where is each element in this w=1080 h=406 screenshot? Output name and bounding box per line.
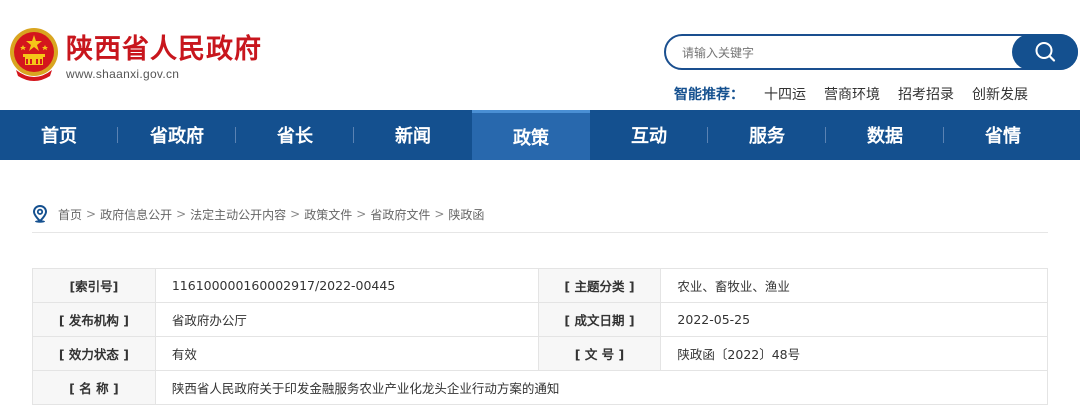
breadcrumb-item[interactable]: 政府信息公开 [100, 206, 172, 223]
publisher-value: 省政府办公厅 [154, 302, 539, 337]
topic-label: [ 主题分类 ] [537, 268, 662, 303]
nav-item-interaction[interactable]: 互动 [590, 110, 708, 160]
nav-label: 政策 [513, 127, 549, 149]
breadcrumb-divider [32, 232, 1048, 233]
nav-item-data[interactable]: 数据 [826, 110, 944, 160]
nav-label: 首页 [41, 126, 77, 147]
nav-item-governor[interactable]: 省长 [236, 110, 354, 160]
recommend-item[interactable]: 创新发展 [972, 84, 1028, 104]
topic-value: 农业、畜牧业、渔业 [660, 268, 1048, 303]
main-nav: 首页 省政府 省长 新闻 政策 互动 服务 数据 省情 [0, 110, 1080, 160]
date-value: 2022-05-25 [660, 302, 1048, 337]
nav-label: 省政府 [150, 126, 204, 147]
breadcrumb-item[interactable]: 政策文件 [304, 206, 352, 223]
search-icon [1035, 42, 1056, 62]
index-number-value: 116100000160002917/2022-00445 [154, 268, 539, 303]
location-pin-icon [32, 205, 48, 223]
national-emblem-icon [10, 28, 58, 81]
breadcrumb-separator: > [290, 207, 301, 221]
document-info-table: [索引号] 116100000160002917/2022-00445 [ 主题… [32, 268, 1049, 405]
breadcrumb-item[interactable]: 陕政函 [448, 206, 484, 223]
site-url: www.shaanxi.gov.cn [66, 67, 180, 81]
nav-item-home[interactable]: 首页 [0, 110, 118, 160]
breadcrumb-separator: > [176, 207, 187, 221]
breadcrumb-item[interactable]: 法定主动公开内容 [190, 206, 286, 223]
index-number-label: [索引号] [32, 268, 156, 303]
nav-label: 服务 [749, 126, 785, 147]
nav-label: 省情 [985, 126, 1021, 147]
smart-recommend: 智能推荐： 十四运 营商环境 招考招录 创新发展 [674, 84, 1046, 104]
nav-item-news[interactable]: 新闻 [354, 110, 472, 160]
nav-item-services[interactable]: 服务 [708, 110, 826, 160]
date-label: [ 成文日期 ] [537, 302, 662, 337]
search-button[interactable] [1012, 34, 1078, 70]
nav-label: 互动 [631, 126, 667, 147]
table-row: [ 名 称 ] 陕西省人民政府关于印发金融服务农业产业化龙头企业行动方案的通知 [32, 370, 1049, 405]
status-label: [ 效力状态 ] [32, 336, 156, 371]
recommend-item[interactable]: 招考招录 [898, 84, 954, 104]
status-value: 有效 [154, 336, 539, 371]
nav-item-province-info[interactable]: 省情 [944, 110, 1062, 160]
recommend-item[interactable]: 营商环境 [824, 84, 880, 104]
breadcrumb-separator: > [356, 207, 367, 221]
recommend-label: 智能推荐： [674, 87, 744, 103]
publisher-label: [ 发布机构 ] [32, 302, 156, 337]
doc-number-value: 陕政函〔2022〕48号 [660, 336, 1048, 371]
nav-label: 数据 [867, 126, 903, 147]
nav-item-provincial-gov[interactable]: 省政府 [118, 110, 236, 160]
nav-item-policy[interactable]: 政策 [472, 110, 590, 160]
search-box [664, 34, 1078, 70]
table-row: [索引号] 116100000160002917/2022-00445 [ 主题… [32, 268, 1048, 303]
breadcrumb: 首页 > 政府信息公开 > 法定主动公开内容 > 政策文件 > 省政府文件 > … [32, 205, 484, 223]
doc-name-label: [ 名 称 ] [32, 370, 156, 405]
breadcrumb-item[interactable]: 省政府文件 [370, 206, 430, 223]
search-input[interactable] [680, 42, 1004, 64]
doc-name-value: 陕西省人民政府关于印发金融服务农业产业化龙头企业行动方案的通知 [154, 370, 1049, 405]
site-header: 陕西省人民政府 www.shaanxi.gov.cn 智能推荐： 十四运 营商环… [0, 0, 1080, 110]
nav-label: 省长 [277, 126, 313, 147]
breadcrumb-separator: > [434, 207, 445, 221]
site-title[interactable]: 陕西省人民政府 [66, 34, 262, 66]
nav-label: 新闻 [395, 126, 431, 147]
table-row: [ 效力状态 ] 有效 [ 文 号 ] 陕政函〔2022〕48号 [32, 336, 1048, 371]
breadcrumb-separator: > [86, 207, 97, 221]
recommend-item[interactable]: 十四运 [764, 84, 806, 104]
doc-number-label: [ 文 号 ] [537, 336, 662, 371]
breadcrumb-item[interactable]: 首页 [58, 206, 82, 223]
table-row: [ 发布机构 ] 省政府办公厅 [ 成文日期 ] 2022-05-25 [32, 302, 1048, 337]
